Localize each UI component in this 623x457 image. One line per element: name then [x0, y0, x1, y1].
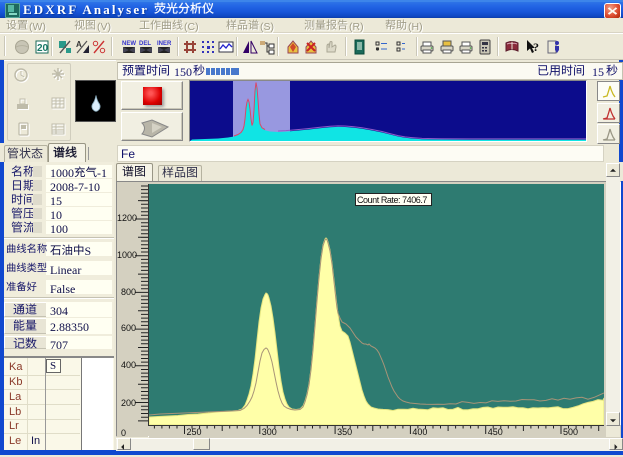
- svg-text:INER: INER: [157, 41, 172, 47]
- svg-text:DEL: DEL: [139, 41, 151, 47]
- svg-text:20: 20: [37, 43, 49, 54]
- svg-text:NEW: NEW: [122, 41, 136, 47]
- svg-text:?: ?: [533, 40, 539, 54]
